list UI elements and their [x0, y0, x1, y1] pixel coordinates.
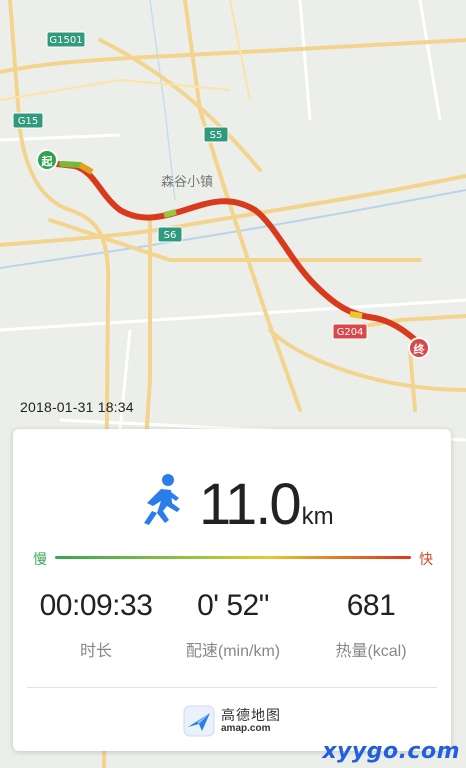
pace-label: 配速(min/km)	[185, 643, 281, 660]
end-marker[interactable]: 终	[408, 337, 430, 359]
brand-url: amap.com	[221, 723, 271, 734]
run-stats: 00:09:33 时长 0' 52" 配速(min/km) 681 热量(kca…	[13, 589, 451, 669]
speed-fast-label: 快	[419, 551, 433, 567]
svg-text:终: 终	[414, 342, 426, 356]
brand-name: 高德地图	[221, 707, 281, 723]
svg-text:S6: S6	[164, 230, 177, 241]
divider	[27, 687, 437, 688]
duration-value: 00:09:33	[39, 589, 153, 622]
pace-value: 0' 52"	[197, 589, 269, 622]
stat-pace: 0' 52" 配速(min/km)	[158, 589, 308, 661]
stat-calories: 681 热量(kcal)	[296, 589, 446, 661]
duration-label: 时长	[79, 643, 112, 660]
distance-value: 11.0	[199, 472, 302, 537]
distance-readout: 11.0 km	[199, 471, 334, 541]
speed-slow-label: 慢	[33, 551, 47, 567]
svg-text:S5: S5	[210, 130, 223, 141]
runner-icon	[144, 474, 180, 525]
speed-scale: 慢 快	[33, 549, 433, 569]
run-timestamp: 2018-01-31 18:34	[20, 399, 134, 415]
speed-gradient-bar	[55, 556, 411, 559]
shield-g15: G15	[12, 112, 44, 129]
svg-text:G204: G204	[337, 327, 364, 338]
shield-s6: S6	[157, 226, 183, 243]
place-label: 森谷小镇	[161, 175, 213, 190]
amap-brand: 高德地图 amap.com	[183, 703, 293, 739]
shield-g1501: G1501	[46, 31, 86, 48]
watermark: xyygo.com	[322, 739, 460, 764]
run-summary-card: 11.0 km 慢 快 00:09:33 时长 0' 52" 配速(min/km…	[13, 429, 451, 751]
start-marker[interactable]: 起	[36, 149, 58, 171]
shield-g204: G204	[332, 323, 368, 340]
calories-label: 热量(kcal)	[335, 643, 407, 660]
amap-logo-icon	[183, 705, 215, 737]
svg-text:G15: G15	[18, 116, 38, 127]
calories-value: 681	[346, 589, 396, 622]
svg-text:起: 起	[41, 154, 54, 168]
shield-s5: S5	[203, 126, 229, 143]
stat-duration: 00:09:33 时长	[21, 589, 171, 661]
distance-unit: km	[301, 503, 334, 530]
svg-text:G1501: G1501	[49, 35, 82, 46]
